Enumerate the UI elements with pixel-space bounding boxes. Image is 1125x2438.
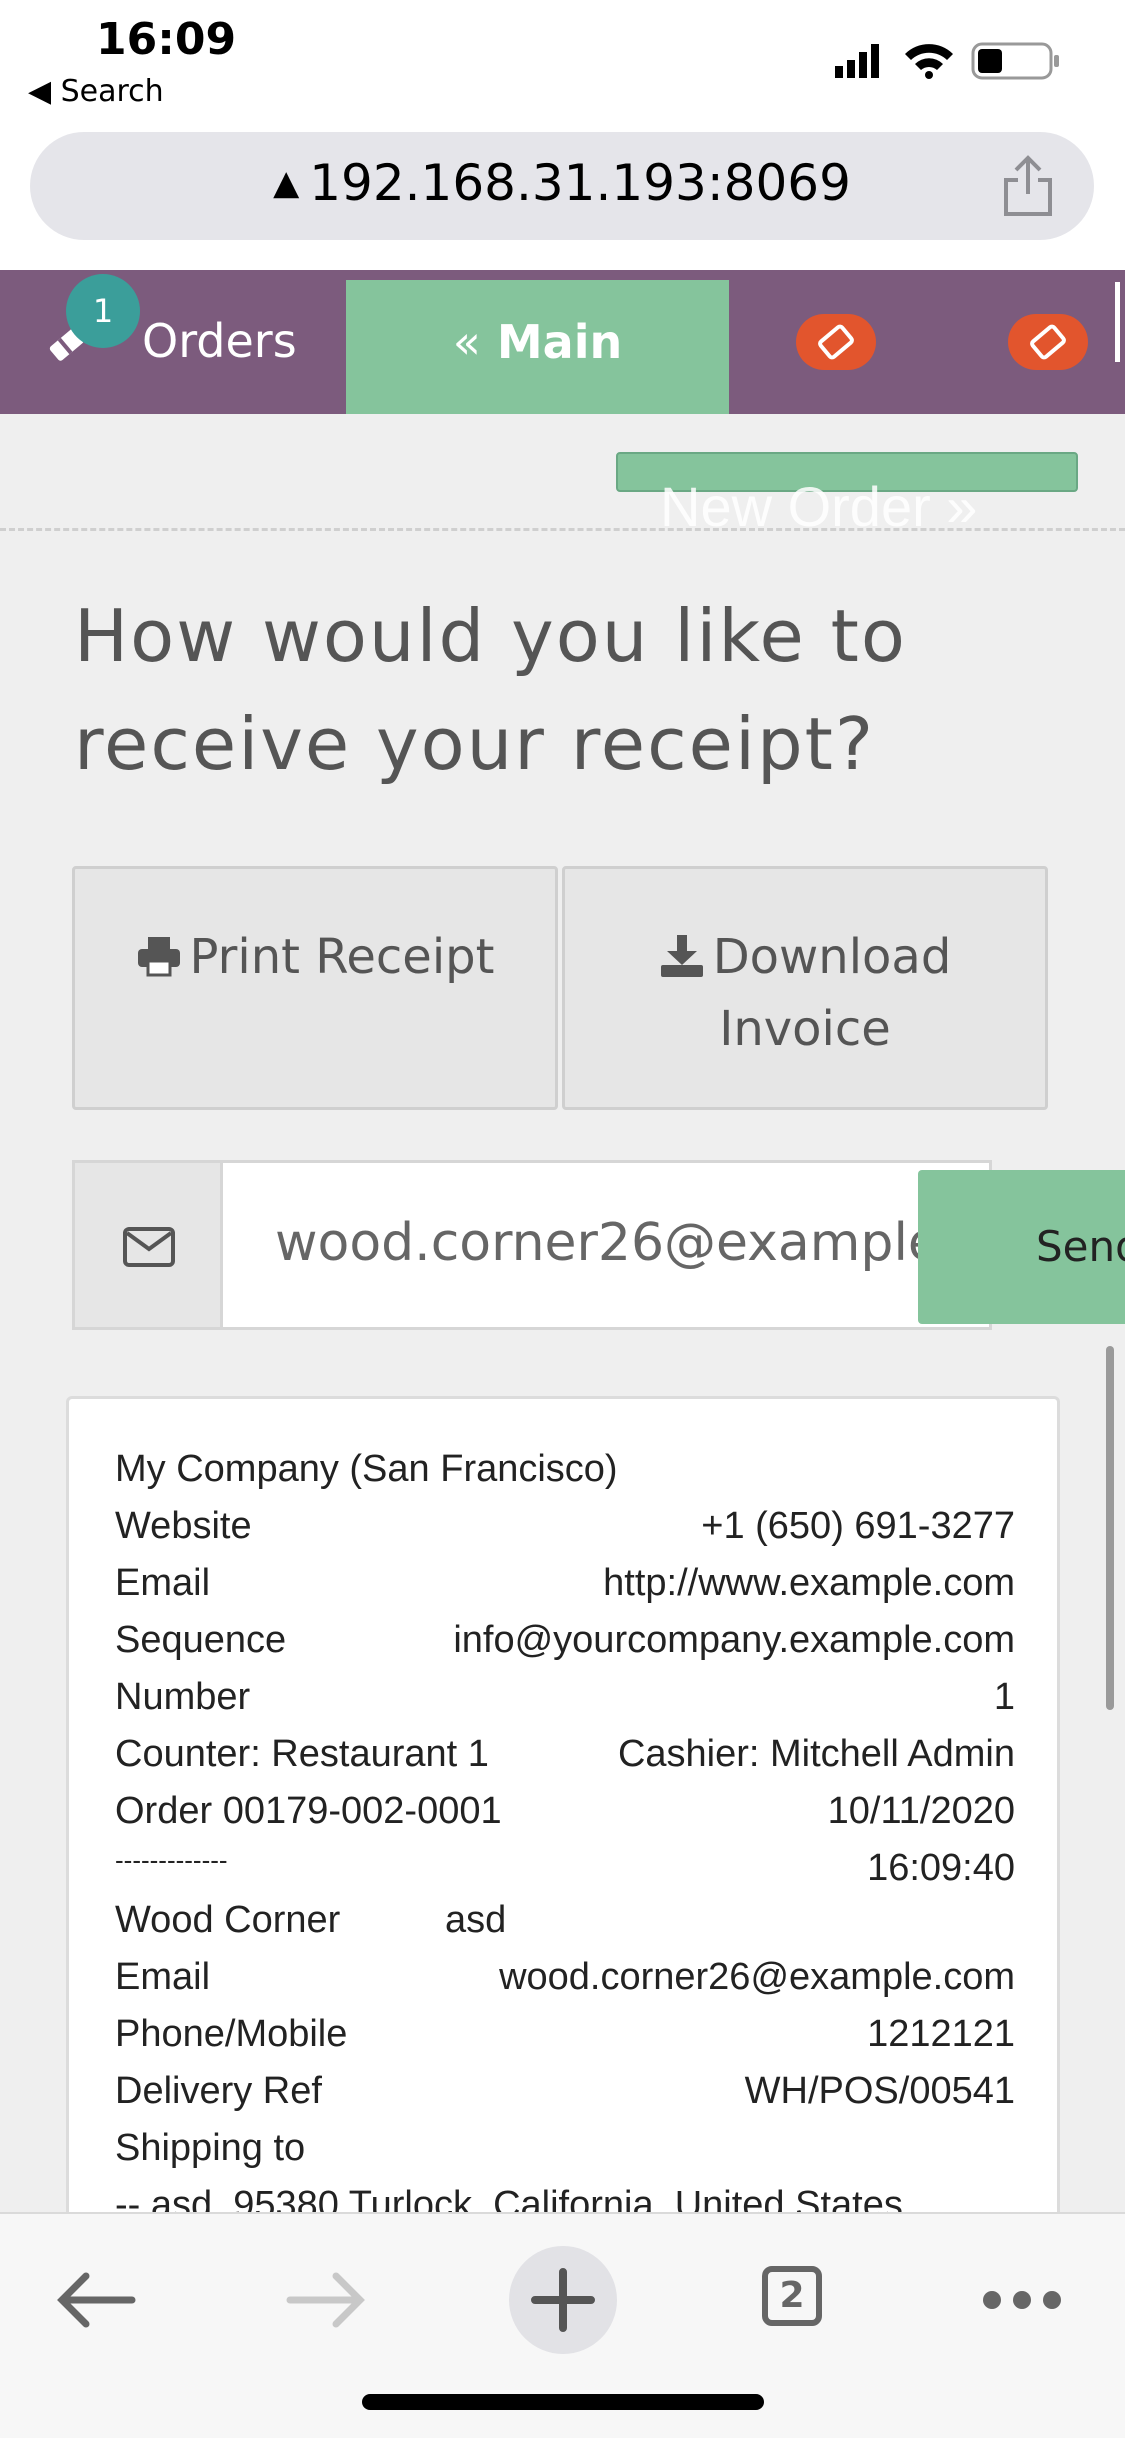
header-overflow-edge [1115,282,1125,362]
divider [0,528,1125,531]
main-tab-label: Main [496,315,623,369]
receipt-row-label: Website [115,1505,252,1547]
receipt-row-label: Number [115,1676,251,1718]
receipt-row: Email wood.corner26@example.com [115,1949,1015,2006]
receipt-row: Email http://www.example.com [115,1555,1015,1612]
receipt-row-value: WH/POS/00541 [744,2070,1015,2112]
not-secure-warning-icon: ▲ [273,163,300,203]
email-receipt-row: wood.corner26@example.com Send [72,1160,1125,1332]
receipt-row-value: info@yourcompany.example.com [453,1619,1015,1661]
download-icon [660,935,703,977]
back-to-app-link[interactable]: ◀ Search [28,74,164,109]
back-app-label: Search [60,74,164,109]
tab-count: 2 [762,2266,822,2326]
receipt-row-label: Sequence [115,1619,287,1661]
back-arrow-icon[interactable] [36,2240,156,2360]
status-time: 16:09 [96,14,237,65]
receipt-customer-note: asd [445,1899,507,1941]
receipt-row-label: Order 00179-002-0001 [115,1790,502,1832]
envelope-icon [123,1227,175,1267]
url-text: 192.168.31.193:8069 [309,154,851,212]
orders-label: Orders [142,314,297,368]
tabs-button[interactable]: 2 [736,2240,856,2360]
receipt-row: Number 1 [115,1669,1015,1726]
receipt-divider-text: ------------- [115,1845,228,1875]
receipt-row-label: Phone/Mobile [115,2013,348,2055]
forward-arrow-icon[interactable] [266,2240,386,2360]
receipt-row: Sequence info@yourcompany.example.com [115,1612,1015,1669]
email-addon [72,1160,220,1330]
receipt-company: My Company (San Francisco) [115,1448,618,1490]
signal-icon [835,44,879,78]
send-email-button[interactable]: Send [918,1170,1125,1324]
orders-button[interactable]: 1 Orders [40,270,300,414]
receipt-row-label: Email [115,1562,211,1604]
order-ticket-button-2[interactable] [1008,314,1088,370]
double-chevron-left-icon: « [452,315,481,369]
address-bar[interactable]: ▲ 192.168.31.193:8069 [30,132,1094,240]
receipt-row-value: Cashier: Mitchell Admin [617,1733,1015,1775]
share-icon[interactable] [998,154,1058,218]
download-invoice-label: Download Invoice [712,929,952,1057]
receipt-customer-name: Wood Corner [115,1899,341,1941]
receipt-row: Phone/Mobile 1212121 [115,2006,1015,2063]
ticket-icon [1030,324,1066,360]
battery-icon [971,42,1059,80]
tab-main[interactable]: « Main [346,280,729,414]
receipt-shipping-label: Shipping to [115,2127,306,2169]
receipt-row: Counter: Restaurant 1 Cashier: Mitchell A… [115,1726,1015,1783]
receipt-row-label: Email [115,1956,211,1998]
receipt-customer-row: Wood Corner asd [115,1892,1015,1949]
new-tab-plus-icon[interactable] [503,2240,623,2360]
status-icons [835,42,1059,80]
receipt-preview: My Company (San Francisco) Website +1 (65… [66,1396,1060,2226]
receipt-row-value: http://www.example.com [603,1562,1015,1604]
receipt-row-value: 1212121 [867,2013,1015,2055]
scrollbar[interactable] [1106,1346,1114,1710]
receipt-row-label: Delivery Ref [115,2070,322,2112]
receipt-row: Order 00179-002-0001 10/11/2020 [115,1783,1015,1840]
receipt-question-heading: How would you like to receive your recei… [74,594,907,786]
browser-address-area: ▲ 192.168.31.193:8069 [0,130,1125,270]
receipt-row: ------------- 16:09:40 [115,1840,1015,1892]
receipt-body: My Company (San Francisco) Website +1 (65… [115,1441,1015,2226]
home-indicator[interactable] [362,2394,764,2410]
receipt-row: Delivery Ref WH/POS/00541 [115,2063,1015,2120]
receipt-row-value: 10/11/2020 [827,1790,1015,1832]
print-receipt-button[interactable]: Print Receipt [72,866,558,1110]
email-input[interactable]: wood.corner26@example.com [220,1160,992,1330]
receipt-row-value: +1 (650) 691-3277 [701,1505,1015,1547]
order-ticket-button-1[interactable] [796,314,876,370]
receipt-row-value: 1 [993,1676,1015,1718]
more-options-icon[interactable] [962,2240,1082,2360]
status-bar: 16:09 ◀ Search [0,0,1125,130]
printer-icon [137,937,180,977]
ticket-icon [818,324,854,360]
print-receipt-label: Print Receipt [189,929,495,985]
receipt-row-label: Counter: Restaurant 1 [115,1733,489,1775]
receipt-row-value: wood.corner26@example.com [499,1956,1015,1998]
wifi-icon [905,44,953,79]
pos-header: 1 Orders « Main [0,270,1125,414]
receipt-row-value: 16:09:40 [867,1847,1015,1889]
download-invoice-button[interactable]: Download Invoice [562,866,1048,1110]
receipt-row: Website +1 (650) 691-3277 [115,1498,1015,1555]
url-display[interactable]: ▲ 192.168.31.193:8069 [30,154,1094,212]
orders-count-badge: 1 [66,274,140,348]
